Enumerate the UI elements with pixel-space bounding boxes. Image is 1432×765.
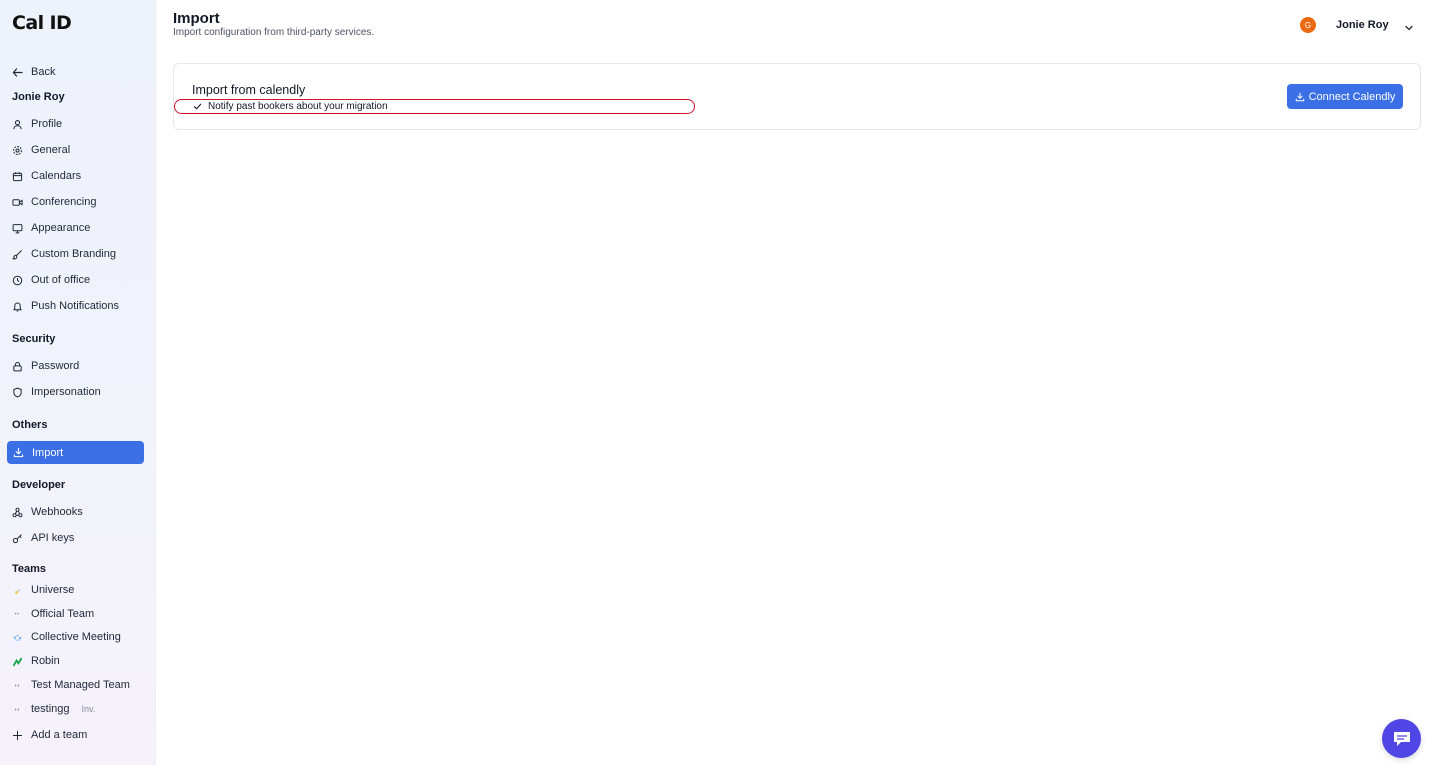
sidebar-team-official-team[interactable]: Official Team (12, 603, 94, 625)
sidebar-item-label: Password (31, 360, 80, 372)
teams-section-label: Teams (12, 563, 47, 575)
settings-sidebar: Cal ID Back Jonie Roy Profile General Ca… (0, 0, 156, 765)
sidebar-item-profile[interactable]: Profile (12, 113, 62, 135)
team-label: Official Team (31, 608, 95, 620)
user-menu[interactable]: G Jonie Roy (1300, 15, 1414, 35)
sidebar-item-calendars[interactable]: Calendars (12, 165, 81, 187)
team-label: Robin (31, 655, 60, 667)
sidebar-team-testingg[interactable]: testingg Inv. (12, 698, 95, 720)
app-logo[interactable]: Cal ID (12, 12, 72, 34)
team-label: Test Managed Team (31, 679, 130, 691)
sidebar-item-import[interactable]: Import (7, 441, 144, 464)
page-subtitle: Import configuration from third-party se… (173, 27, 375, 38)
check-icon (193, 102, 202, 111)
sidebar-team-collective-meeting[interactable]: Collective Meeting (12, 626, 121, 648)
sidebar-item-push-notifications[interactable]: Push Notifications (12, 295, 119, 317)
video-icon (12, 197, 23, 208)
plus-icon (12, 730, 23, 741)
sidebar-item-label: Push Notifications (31, 300, 120, 312)
sidebar-item-label: Profile (31, 118, 63, 130)
connect-calendly-button[interactable]: Connect Calendly (1287, 84, 1403, 109)
card-title: Import from calendly (192, 83, 306, 97)
team-logo-icon (12, 632, 23, 643)
arrow-left-icon (12, 67, 23, 78)
invite-badge: Inv. (81, 704, 96, 714)
sidebar-item-label: Calendars (31, 170, 82, 182)
user-section-label: Jonie Roy (12, 91, 65, 103)
sidebar-item-label: Webhooks (31, 506, 83, 518)
chat-support-button[interactable] (1382, 719, 1421, 758)
key-icon (12, 533, 23, 544)
monitor-icon (12, 223, 23, 234)
sidebar-item-general[interactable]: General (12, 139, 70, 161)
user-name: Jonie Roy (1336, 19, 1389, 31)
developer-section-label: Developer (12, 479, 66, 491)
webhook-icon (12, 507, 23, 518)
download-icon (13, 447, 24, 458)
sidebar-item-label: Impersonation (31, 386, 101, 398)
team-logo-icon (12, 704, 23, 715)
shield-icon (12, 387, 23, 398)
team-label: Collective Meeting (31, 631, 121, 643)
others-section-label: Others (12, 419, 48, 431)
brush-icon (12, 249, 23, 260)
import-calendly-card: Import from calendly Notify past bookers… (173, 63, 1421, 130)
page-title: Import (173, 10, 220, 27)
add-team-label: Add a team (31, 729, 88, 741)
calendar-icon (12, 171, 23, 182)
sidebar-team-universe[interactable]: Universe (12, 579, 74, 601)
team-logo-icon (12, 656, 23, 667)
sidebar-item-password[interactable]: Password (12, 355, 79, 377)
sidebar-item-api-keys[interactable]: API keys (12, 527, 74, 549)
sidebar-item-label: Appearance (31, 222, 91, 234)
notify-bookers-checkbox[interactable]: Notify past bookers about your migration (174, 99, 695, 114)
connect-calendly-label: Connect Calendly (1308, 90, 1396, 103)
clock-icon (12, 275, 23, 286)
team-logo-icon (12, 680, 23, 691)
sidebar-item-impersonation[interactable]: Impersonation (12, 381, 101, 403)
gear-icon (12, 145, 23, 156)
back-label: Back (31, 66, 56, 78)
download-icon (1295, 92, 1305, 102)
team-label: Universe (31, 584, 75, 596)
sidebar-item-label: Out of office (31, 274, 91, 286)
security-section-label: Security (12, 333, 56, 345)
team-logo-icon (12, 609, 23, 620)
sidebar-item-conferencing[interactable]: Conferencing (12, 191, 96, 213)
sidebar-item-label: Import (32, 446, 64, 459)
sidebar-item-label: General (31, 144, 71, 156)
lock-icon (12, 361, 23, 372)
sidebar-item-label: Conferencing (31, 196, 97, 208)
sidebar-item-label: Custom Branding (31, 248, 116, 260)
team-label: testingg (31, 703, 70, 715)
add-team-button[interactable]: Add a team (12, 724, 87, 746)
sidebar-item-out-of-office[interactable]: Out of office (12, 269, 90, 291)
sidebar-item-label: API keys (31, 532, 75, 544)
team-logo-icon (12, 585, 23, 596)
sidebar-item-appearance[interactable]: Appearance (12, 217, 90, 239)
sidebar-team-robin[interactable]: Robin (12, 650, 60, 672)
user-icon (12, 119, 23, 130)
sidebar-item-webhooks[interactable]: Webhooks (12, 501, 83, 523)
chevron-down-icon (1404, 20, 1414, 31)
notify-bookers-label: Notify past bookers about your migration (208, 101, 388, 112)
sidebar-team-test-managed-team[interactable]: Test Managed Team (12, 674, 130, 696)
avatar: G (1300, 17, 1316, 33)
bell-icon (12, 301, 23, 312)
sidebar-item-custom-branding[interactable]: Custom Branding (12, 243, 116, 265)
chat-bubble-icon (1392, 730, 1412, 748)
back-link[interactable]: Back (12, 61, 55, 83)
